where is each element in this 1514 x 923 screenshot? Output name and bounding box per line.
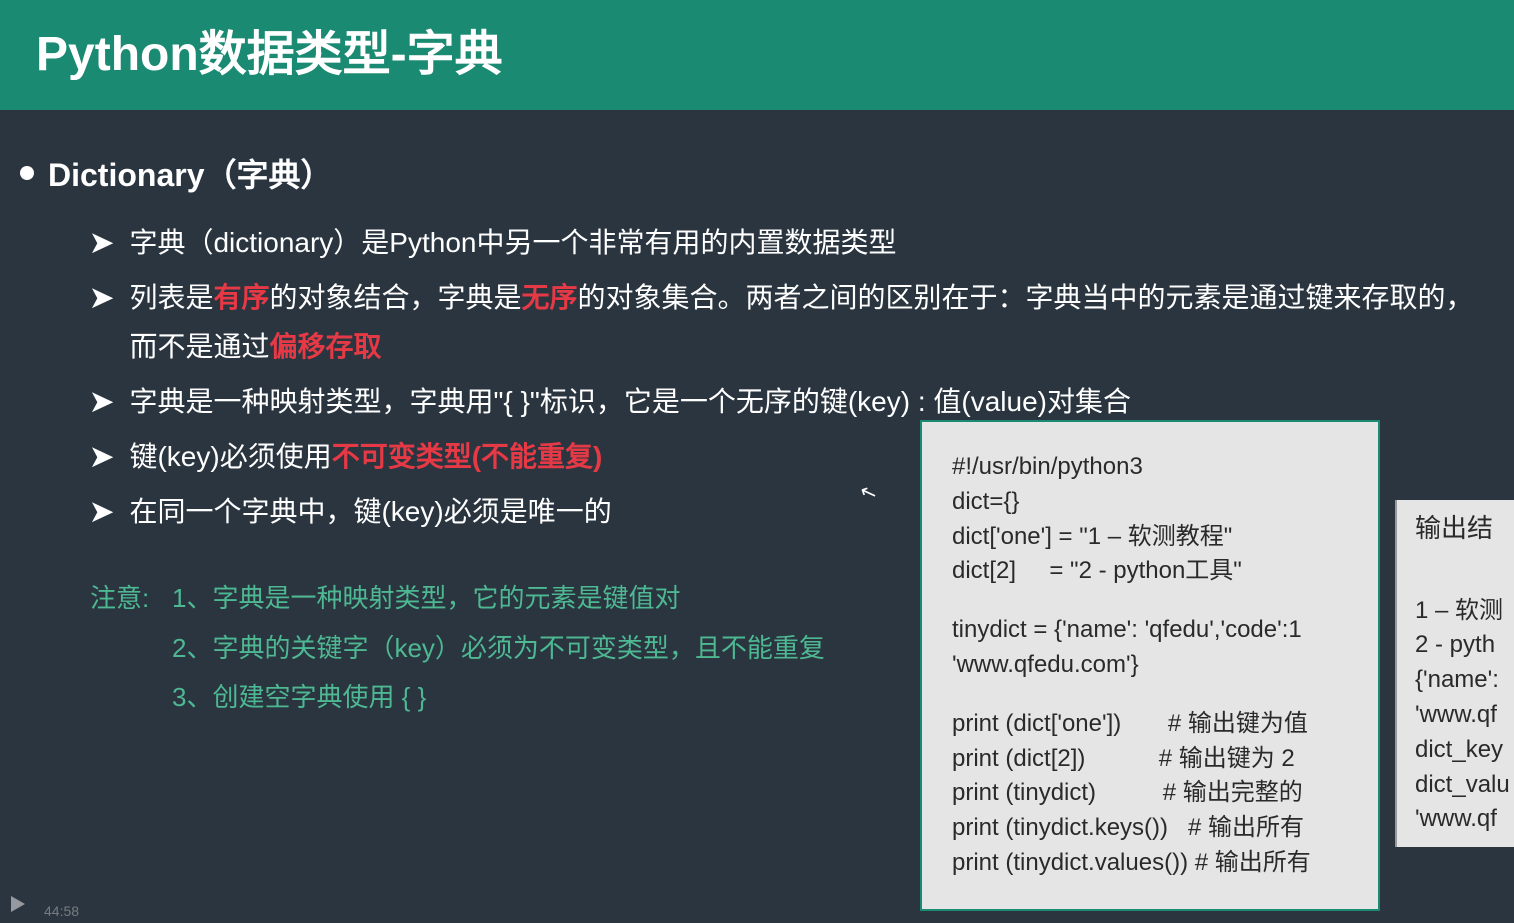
code-output-right: 输出结 1 – 软测 2 - pyth {'name': 'www.qf dic… — [1395, 500, 1514, 847]
output-title: 输出结 — [1415, 510, 1514, 548]
play-icon[interactable] — [8, 894, 28, 919]
code-line: dict['one'] = "1 – 软测教程" — [952, 520, 1348, 555]
arrow-icon: ➤ — [90, 273, 113, 371]
code-line: #!/usr/bin/python3 — [952, 450, 1348, 485]
arrow-icon: ➤ — [90, 432, 113, 481]
bullet-text: 在同一个字典中，键(key)必须是唯一的 — [129, 487, 611, 536]
code-line: 'www.qfedu.com'} — [952, 648, 1348, 683]
bullet-text: 列表是有序的对象结合，字典是无序的对象集合。两者之间的区别在于：字典当中的元素是… — [129, 273, 1494, 371]
output-line: 'www.qf — [1415, 698, 1514, 733]
bullet-text: 字典是一种映射类型，字典用"{ }"标识，它是一个无序的键(key) : 值(v… — [129, 377, 1131, 426]
output-line: {'name': — [1415, 663, 1514, 698]
output-line: dict_valu — [1415, 768, 1514, 803]
code-line: dict={} — [952, 485, 1348, 520]
slide-header: Python数据类型-字典 — [0, 0, 1514, 110]
code-line: print (tinydict) # 输出完整的 — [952, 776, 1348, 811]
arrow-icon: ➤ — [90, 377, 113, 426]
bullet-item: ➤ 字典是一种映射类型，字典用"{ }"标识，它是一个无序的键(key) : 值… — [90, 377, 1494, 426]
code-line: print (tinydict.values()) # 输出所有 — [952, 846, 1348, 881]
bullet-item: ➤ 列表是有序的对象结合，字典是无序的对象集合。两者之间的区别在于：字典当中的元… — [90, 273, 1494, 371]
code-line: print (tinydict.keys()) # 输出所有 — [952, 811, 1348, 846]
video-timestamp: 44:58 — [44, 903, 79, 919]
bullet-item: ➤ 字典（dictionary）是Python中另一个非常有用的内置数据类型 — [90, 218, 1494, 267]
output-line: 1 – 软测 — [1415, 594, 1514, 629]
output-line: 2 - pyth — [1415, 628, 1514, 663]
code-line: tinydict = {'name': 'qfedu','code':1 — [952, 613, 1348, 648]
code-line: print (dict['one']) # 输出键为值 — [952, 707, 1348, 742]
output-line: 'www.qf — [1415, 802, 1514, 837]
section-title: Dictionary（字典） — [48, 150, 333, 196]
section-title-row: Dictionary（字典） — [20, 150, 1494, 196]
arrow-icon: ➤ — [90, 218, 113, 267]
code-line: dict[2] = "2 - python工具" — [952, 554, 1348, 589]
arrow-icon: ➤ — [90, 487, 113, 536]
code-example-left: #!/usr/bin/python3 dict={} dict['one'] =… — [920, 420, 1380, 911]
code-line: print (dict[2]) # 输出键为 2 — [952, 742, 1348, 777]
bullet-disc-icon — [20, 166, 34, 180]
slide-title: Python数据类型-字典 — [36, 14, 503, 84]
output-line: dict_key — [1415, 733, 1514, 768]
bullet-text: 字典（dictionary）是Python中另一个非常有用的内置数据类型 — [129, 218, 896, 267]
bullet-text: 键(key)必须使用不可变类型(不能重复) — [129, 432, 602, 481]
note-label: 注意: — [90, 576, 172, 622]
